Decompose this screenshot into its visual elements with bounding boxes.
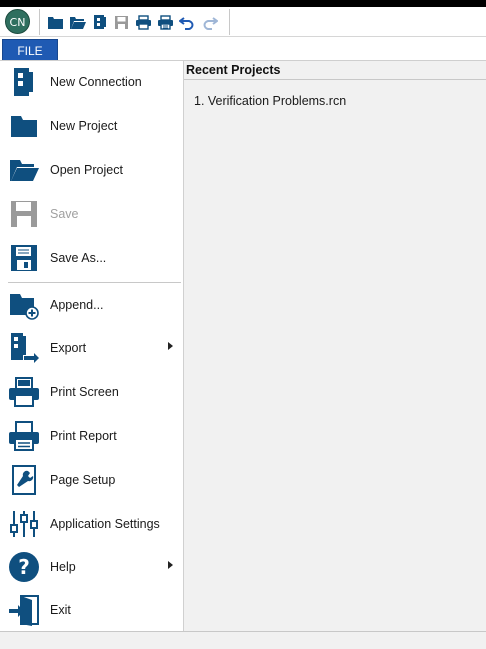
menu-item-page-setup[interactable]: Page Setup bbox=[0, 460, 183, 500]
menu-item-print-screen[interactable]: Print Screen bbox=[0, 372, 183, 412]
open-project-icon bbox=[8, 154, 40, 186]
menu-item-label: Append... bbox=[50, 298, 104, 312]
toolbar-separator bbox=[229, 9, 230, 35]
menu-item-export[interactable]: Export bbox=[0, 328, 183, 368]
menu-item-exit[interactable]: Exit bbox=[0, 590, 183, 630]
menu-item-label: New Project bbox=[50, 119, 118, 133]
menu-item-application-settings[interactable]: Application Settings bbox=[0, 504, 183, 544]
new-connection-icon[interactable] bbox=[90, 13, 109, 32]
menu-item-label: Save bbox=[50, 207, 79, 221]
menu-item-append[interactable]: Append... bbox=[0, 285, 183, 325]
print-report-icon[interactable] bbox=[156, 13, 175, 32]
save-as-icon bbox=[8, 242, 40, 274]
file-tab[interactable]: FILE bbox=[2, 39, 58, 61]
menu-item-label: Application Settings bbox=[50, 517, 160, 531]
menu-item-label: Help bbox=[50, 560, 76, 574]
svg-text:?: ? bbox=[18, 555, 30, 579]
menu-item-help[interactable]: ? Help bbox=[0, 547, 183, 587]
help-icon: ? bbox=[8, 551, 40, 583]
recent-project-item[interactable]: 1. Verification Problems.rcn bbox=[194, 94, 346, 108]
quick-access-icons bbox=[46, 11, 219, 33]
menu-item-save[interactable]: Save bbox=[0, 194, 183, 234]
open-folder-icon[interactable] bbox=[68, 13, 87, 32]
print-screen-icon[interactable] bbox=[134, 13, 153, 32]
backstage-menu: New Connection New Project Open Project … bbox=[0, 61, 184, 632]
menu-item-label: Print Report bbox=[50, 429, 117, 443]
print-screen-icon bbox=[8, 376, 40, 408]
exit-icon bbox=[8, 594, 40, 626]
quick-access-toolbar: CN bbox=[0, 7, 486, 36]
new-project-icon bbox=[8, 110, 40, 142]
settings-sliders-icon bbox=[8, 508, 40, 540]
backstage-view: New Connection New Project Open Project … bbox=[0, 60, 486, 632]
submenu-arrow-icon bbox=[168, 561, 173, 569]
status-bar bbox=[0, 631, 486, 649]
print-report-icon bbox=[8, 420, 40, 452]
menu-item-label: New Connection bbox=[50, 75, 142, 89]
submenu-arrow-icon bbox=[168, 342, 173, 350]
new-project-icon[interactable] bbox=[46, 13, 65, 32]
menu-item-label: Save As... bbox=[50, 251, 107, 265]
page-setup-icon bbox=[8, 464, 40, 496]
save-icon[interactable] bbox=[112, 13, 131, 32]
window-top-strip bbox=[0, 0, 486, 7]
new-connection-icon bbox=[8, 66, 40, 98]
menu-item-save-as[interactable]: Save As... bbox=[0, 238, 183, 278]
menu-item-new-project[interactable]: New Project bbox=[0, 106, 183, 146]
toolbar-separator bbox=[39, 9, 40, 35]
menu-item-new-connection[interactable]: New Connection bbox=[0, 62, 183, 102]
recent-projects-panel: Recent Projects 1. Verification Problems… bbox=[184, 61, 486, 632]
menu-item-print-report[interactable]: Print Report bbox=[0, 416, 183, 456]
recent-projects-divider bbox=[184, 79, 486, 80]
redo-icon[interactable] bbox=[200, 13, 219, 32]
save-icon bbox=[8, 198, 40, 230]
append-icon bbox=[8, 289, 40, 321]
menu-item-label: Exit bbox=[50, 603, 71, 617]
ribbon-tab-row: FILE bbox=[0, 36, 486, 61]
menu-divider bbox=[8, 282, 181, 283]
export-icon bbox=[8, 332, 40, 364]
menu-item-label: Export bbox=[50, 341, 87, 355]
recent-projects-title: Recent Projects bbox=[186, 63, 281, 77]
menu-item-open-project[interactable]: Open Project bbox=[0, 150, 183, 190]
menu-item-label: Open Project bbox=[50, 163, 123, 177]
menu-item-label: Print Screen bbox=[50, 385, 119, 399]
app-logo[interactable]: CN bbox=[5, 9, 30, 34]
menu-item-label: Page Setup bbox=[50, 473, 116, 487]
undo-icon[interactable] bbox=[178, 13, 197, 32]
